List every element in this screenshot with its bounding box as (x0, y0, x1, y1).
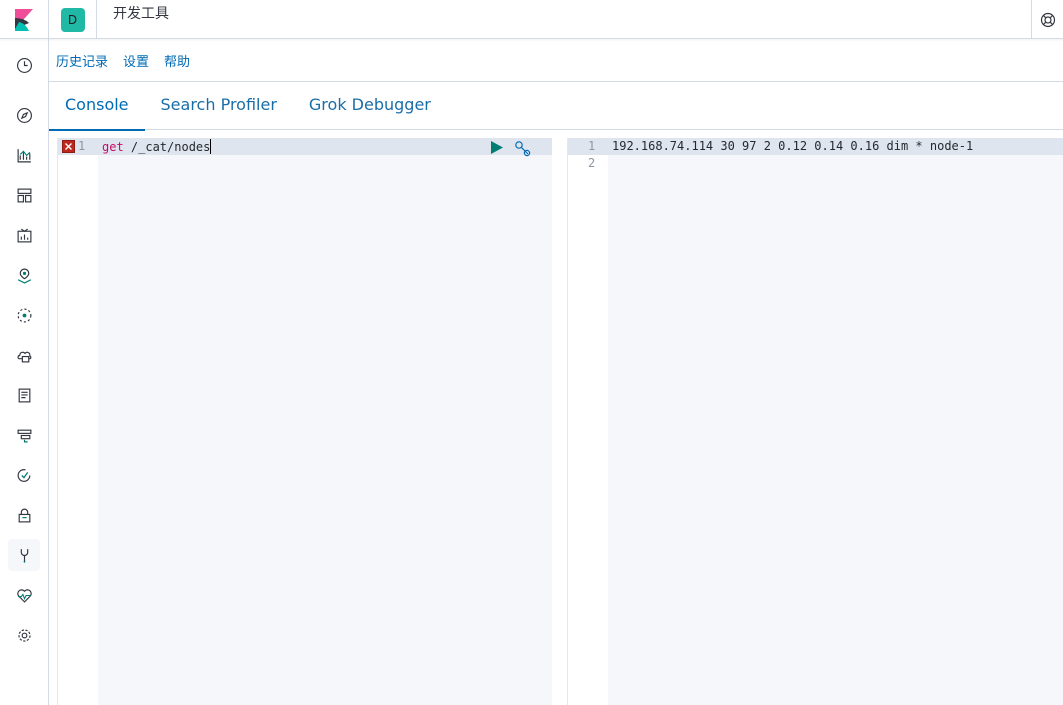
tab-console[interactable]: Console (49, 82, 145, 131)
visualize-chart-icon (17, 148, 31, 162)
response-content[interactable]: 192.168.74.114 30 97 2 0.12 0.14 0.16 di… (608, 138, 1063, 705)
nav-infrastructure[interactable] (8, 339, 40, 371)
nav-machine-learning[interactable] (8, 299, 40, 331)
nav-recently-viewed[interactable] (8, 49, 40, 81)
response-gutter: 1 2 (567, 138, 609, 705)
menu-help[interactable]: 帮助 (164, 51, 190, 70)
machine-learning-icon (17, 308, 31, 322)
nav-canvas[interactable] (8, 219, 40, 251)
tab-grok-debugger[interactable]: Grok Debugger (293, 82, 447, 130)
request-gutter: 1 (57, 138, 99, 705)
nav-dashboard[interactable] (8, 179, 40, 211)
request-method: get (102, 140, 124, 154)
monitoring-heart-icon (16, 588, 32, 603)
apm-icon (17, 429, 31, 442)
space-avatar[interactable]: D (60, 7, 85, 32)
nav-apm[interactable] (8, 419, 40, 451)
help-lifebuoy-icon (1040, 12, 1055, 27)
request-line-1[interactable]: get /_cat/nodes (102, 139, 212, 154)
nav-visualize[interactable] (8, 139, 40, 171)
response-editor[interactable]: 1 2 192.168.74.114 30 97 2 0.12 0.14 0.1… (567, 138, 1063, 705)
response-line-1: 192.168.74.114 30 97 2 0.12 0.14 0.16 di… (612, 139, 974, 153)
request-path: /_cat/nodes (123, 140, 211, 154)
send-request-play-icon[interactable] (490, 141, 503, 154)
line-number: 2 (588, 156, 596, 170)
menu-history[interactable]: 历史记录 (56, 51, 108, 70)
kibana-logo[interactable] (0, 0, 49, 39)
compass-icon (16, 107, 32, 123)
error-marker-icon[interactable] (62, 140, 75, 153)
dashboard-icon (17, 188, 31, 202)
breadcrumb: 开发工具 (113, 6, 169, 22)
nav-maps[interactable] (8, 259, 40, 291)
logs-icon (18, 388, 30, 402)
nav-dev-tools[interactable] (8, 539, 40, 571)
dev-tools-tabs: Console Search Profiler Grok Debugger (49, 82, 1063, 131)
text-cursor (210, 139, 212, 154)
nav-discover[interactable] (8, 99, 40, 131)
settings-wrench-icon[interactable] (514, 140, 532, 158)
nav-siem[interactable] (8, 499, 40, 531)
maps-pin-icon (17, 268, 31, 284)
request-content[interactable]: get /_cat/nodes (98, 138, 552, 705)
dev-tools-wrench-icon (20, 548, 28, 563)
nav-monitoring[interactable] (8, 579, 40, 611)
infrastructure-cloud-icon (16, 351, 31, 362)
side-nav (0, 39, 49, 705)
kibana-logo-icon (15, 8, 33, 31)
nav-management[interactable] (8, 619, 40, 651)
console-menu: 历史记录 设置 帮助 (49, 39, 1063, 82)
tab-search-profiler[interactable]: Search Profiler (145, 82, 293, 130)
siem-lock-icon (18, 508, 30, 522)
gear-icon (17, 628, 31, 642)
line-number: 1 (78, 139, 86, 153)
request-editor[interactable]: 1 get /_cat/nodes (57, 138, 552, 705)
canvas-icon (17, 228, 31, 242)
menu-settings[interactable]: 设置 (123, 51, 149, 70)
nav-uptime[interactable] (8, 459, 40, 491)
clock-icon (16, 57, 32, 73)
line-number: 1 (588, 139, 596, 153)
nav-logs[interactable] (8, 379, 40, 411)
uptime-icon (17, 468, 30, 482)
top-header: D 开发工具 (0, 0, 1063, 39)
space-selector[interactable]: D (49, 0, 97, 39)
help-button[interactable] (1031, 0, 1063, 39)
